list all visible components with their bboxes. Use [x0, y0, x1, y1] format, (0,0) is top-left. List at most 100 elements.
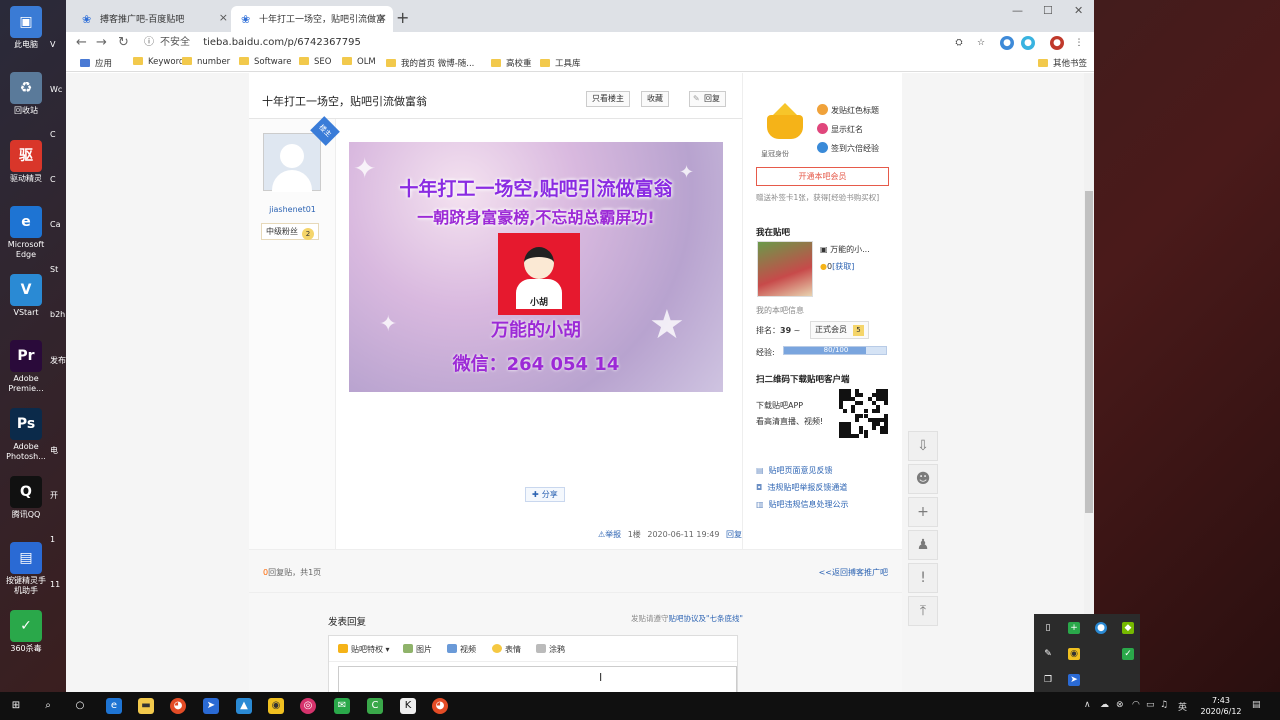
file-explorer-icon[interactable]: ▬	[138, 698, 154, 714]
scrollbar-thumb[interactable]	[1085, 191, 1093, 513]
back-arrow-icon[interactable]: ←	[76, 35, 87, 50]
profile-avatar[interactable]: ●	[1050, 36, 1064, 50]
page-scrollbar[interactable]	[1084, 73, 1094, 692]
back-to-top-icon[interactable]: ⤒	[908, 596, 938, 626]
only-op-button[interactable]: 只看楼主	[586, 91, 630, 107]
violation-notice-link[interactable]: ▥ 贴吧违规信息处理公示	[756, 499, 849, 510]
share-button[interactable]: ✚ 分享	[525, 487, 565, 502]
maximize-button[interactable]: ☐	[1043, 4, 1053, 17]
plus-icon[interactable]: +	[908, 497, 938, 527]
notification-icon[interactable]: ▤	[1252, 700, 1261, 710]
tab-tieba-home[interactable]: ❀ 搏客推广吧-百度贴吧 ×	[72, 6, 234, 32]
network-icon[interactable]: ⊗	[1116, 700, 1124, 710]
reload-icon[interactable]: ↻	[118, 35, 129, 50]
user-icon[interactable]: ♟	[908, 530, 938, 560]
floor-reply-link[interactable]: 回复	[726, 530, 742, 539]
app-tray-icon[interactable]: ➤	[1068, 674, 1080, 686]
image-tool[interactable]: 图片	[403, 644, 432, 655]
reply-button[interactable]: ✎ 回复	[689, 91, 726, 107]
menu-dots-icon[interactable]: ⋮	[1072, 36, 1086, 50]
translate-icon[interactable]: ⛭	[952, 36, 966, 50]
bookmark-item[interactable]: 工具库	[540, 57, 581, 69]
video-tool[interactable]: 视频	[447, 644, 476, 655]
bookmark-item[interactable]: Keyword	[133, 57, 184, 67]
cortana-icon[interactable]: ○	[72, 698, 88, 714]
edge-icon[interactable]: e	[106, 698, 122, 714]
battery-icon[interactable]: ▭	[1146, 700, 1155, 710]
url-field[interactable]: ⓘ 不安全 tieba.baidu.com/p/6742367795	[144, 34, 944, 52]
app-tray-icon[interactable]: ✎	[1042, 648, 1054, 660]
bookmark-item[interactable]: 其他书签	[1038, 57, 1087, 69]
bar-name-row[interactable]: ▣ 万能的小...	[820, 244, 870, 255]
emoji-tool[interactable]: 表情	[492, 644, 521, 655]
bookmark-item[interactable]: OLM	[342, 57, 376, 67]
wechat-icon[interactable]: ✉	[334, 698, 350, 714]
usb-icon[interactable]: ▯	[1042, 622, 1054, 634]
desktop-icon[interactable]: e Microsoft Edge	[3, 206, 49, 260]
report-link[interactable]: ⚠举报	[598, 530, 621, 539]
shield-icon[interactable]: ✓	[1122, 648, 1134, 660]
post-image[interactable]: ✦ ★ ✦ ✦ 十年打工一场空,贴吧引流做富翁 一朝跻身富豪榜,不忘胡总霸屏功!…	[349, 142, 723, 392]
close-icon[interactable]: ×	[378, 11, 387, 24]
face-icon[interactable]: ☻	[908, 464, 938, 494]
bookmark-item[interactable]: 高校重	[491, 57, 532, 69]
ime-indicator[interactable]: 英	[1178, 700, 1187, 713]
volume-icon[interactable]: ♫	[1160, 700, 1168, 710]
report-channel-link[interactable]: ◘ 违规贴吧举报反馈通道	[756, 482, 847, 493]
desktop-icon[interactable]: ▣ 此电脑	[3, 6, 49, 50]
open-membership-button[interactable]: 开通本吧会员	[756, 167, 889, 186]
window-close-button[interactable]: ✕	[1074, 4, 1083, 17]
browser-icon[interactable]: ◕	[170, 698, 186, 714]
tray-expand-icon[interactable]: ∧	[1084, 700, 1091, 710]
bar-thumbnail[interactable]	[757, 241, 813, 297]
feedback-link[interactable]: ▤ 贴吧页面意见反馈	[756, 465, 833, 476]
privilege-tool[interactable]: 贴吧特权 ▾	[338, 644, 390, 655]
photos-icon[interactable]: ▲	[236, 698, 252, 714]
forward-arrow-icon[interactable]: →	[96, 35, 107, 50]
cloud-icon[interactable]: ☁	[1100, 700, 1109, 710]
app-icon[interactable]: ➤	[203, 698, 219, 714]
bookmark-item[interactable]: number	[182, 57, 230, 67]
extension-icon[interactable]: ●	[1000, 36, 1014, 50]
nvidia-icon[interactable]: ◆	[1122, 622, 1134, 634]
app-tray-icon[interactable]: ●	[1095, 622, 1107, 634]
windows-start-icon[interactable]: ⊞	[8, 698, 24, 714]
favorite-button[interactable]: 收藏	[641, 91, 669, 107]
desktop-icon[interactable]: Ps Adobe Photosh...	[3, 408, 49, 462]
rules-link[interactable]: 贴吧协议及"七条底线"	[669, 614, 743, 623]
app-icon[interactable]: ◉	[268, 698, 284, 714]
chrome-icon[interactable]: ◕	[432, 698, 448, 714]
app-icon[interactable]: ◎	[300, 698, 316, 714]
download-icon[interactable]: ⇩	[908, 431, 938, 461]
minimize-button[interactable]: —	[1012, 4, 1023, 17]
desktop-icon[interactable]: ✓ 360杀毒	[3, 610, 49, 654]
author-name[interactable]: jiashenet01	[249, 205, 336, 214]
new-tab-button[interactable]: +	[396, 8, 409, 27]
bookmark-star-icon[interactable]: ☆	[974, 36, 988, 50]
desktop-icon[interactable]: ♻ 回收站	[3, 72, 49, 116]
app-icon[interactable]: K	[400, 698, 416, 714]
search-icon[interactable]: ⌕	[40, 698, 56, 714]
app-tray-icon[interactable]: +	[1068, 622, 1080, 634]
desktop-icon[interactable]: Q 腾讯QQ	[3, 476, 49, 520]
bookmark-item[interactable]: 我的首页 微博-随...	[386, 57, 474, 69]
desktop-icon[interactable]: ▤ 按键精灵手机助手	[3, 542, 49, 596]
bookmark-item[interactable]: 应用	[80, 57, 112, 69]
clock[interactable]: 7:43 2020/6/12	[1196, 695, 1246, 717]
bookmark-item[interactable]: SEO	[299, 57, 331, 67]
doodle-tool[interactable]: 涂鸦	[536, 644, 565, 655]
avatar[interactable]	[263, 133, 321, 192]
level-badge[interactable]: 中级粉丝 2	[261, 223, 319, 240]
info-icon[interactable]: ⓘ	[144, 34, 154, 52]
bookmark-item[interactable]: Software	[239, 57, 291, 67]
back-to-bar-link[interactable]: <<返回搏客推广吧	[819, 567, 888, 578]
report-box-icon[interactable]: !	[908, 563, 938, 593]
desktop-icon[interactable]: 驱驱动精灵	[3, 140, 49, 184]
app-tray-icon[interactable]: ◉	[1068, 648, 1080, 660]
desktop-icon[interactable]: Pr Adobe Premie...	[3, 340, 49, 394]
app-icon[interactable]: C	[367, 698, 383, 714]
get-coins-link[interactable]: [获取]	[832, 262, 854, 271]
reply-textarea[interactable]: I	[338, 666, 737, 692]
close-icon[interactable]: ×	[219, 11, 228, 24]
extension-icon[interactable]: ●	[1021, 36, 1035, 50]
